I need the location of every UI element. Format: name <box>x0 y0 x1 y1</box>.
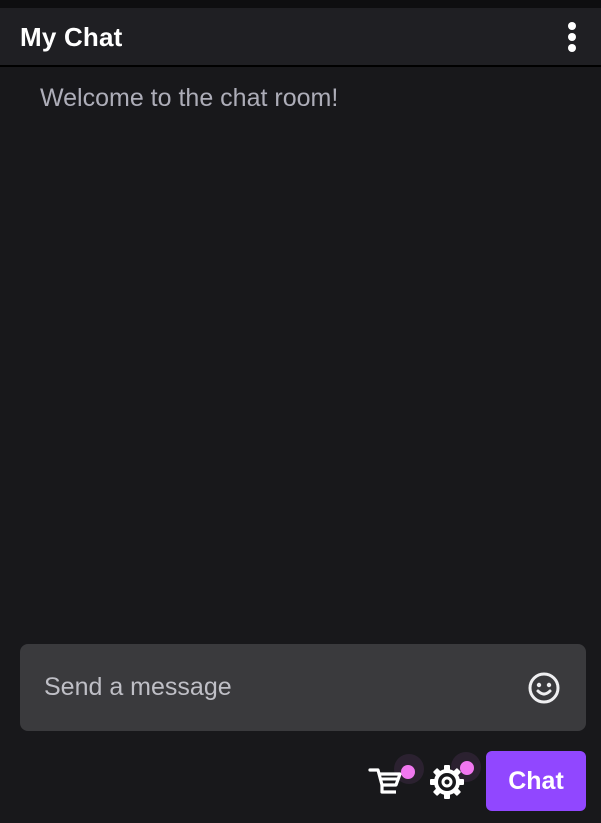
chat-app: My Chat Welcome to the chat room! Send a… <box>0 0 601 823</box>
menu-dot <box>568 22 576 30</box>
chat-button[interactable]: Chat <box>486 751 586 811</box>
notification-dot <box>460 761 474 775</box>
top-border <box>0 0 601 8</box>
page-title: My Chat <box>20 22 123 52</box>
notification-dot <box>401 765 415 779</box>
welcome-message: Welcome to the chat room! <box>40 84 339 112</box>
menu-dot <box>568 44 576 52</box>
menu-dot <box>568 33 576 41</box>
store-button[interactable] <box>366 761 406 801</box>
message-composer <box>20 644 586 731</box>
emoji-button[interactable] <box>528 672 560 704</box>
message-list: Welcome to the chat room! <box>0 67 601 627</box>
smiley-icon <box>528 672 560 704</box>
chat-actions: Chat <box>0 751 601 811</box>
store-icon <box>368 768 402 794</box>
message-input[interactable] <box>20 644 520 731</box>
more-options-button[interactable] <box>565 20 579 54</box>
chat-header: My Chat <box>0 8 601 67</box>
